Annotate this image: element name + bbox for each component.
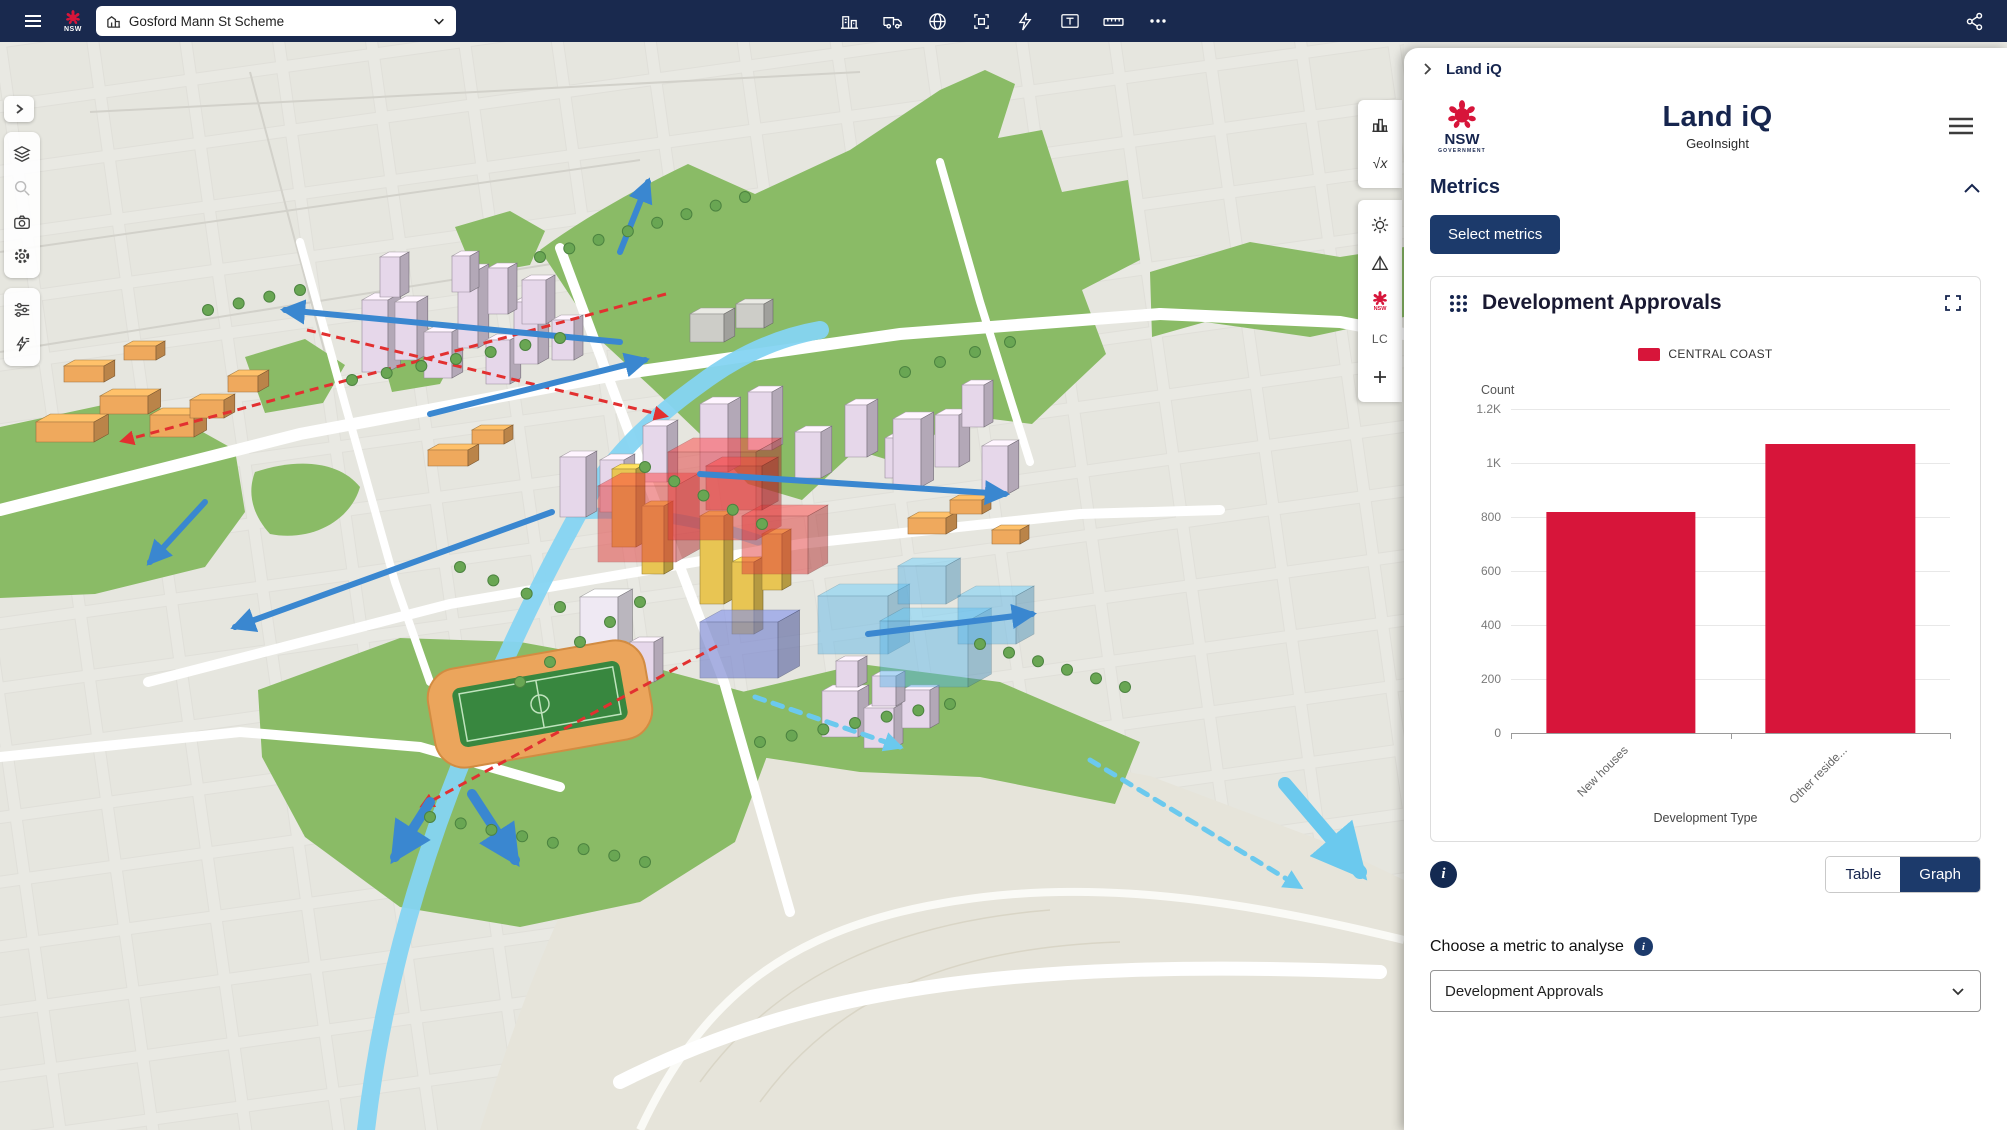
daylight-sun-icon[interactable] bbox=[1359, 206, 1401, 244]
scheme-selector-value: Gosford Mann St Scheme bbox=[129, 14, 424, 29]
metric-info-icon[interactable] bbox=[1634, 937, 1653, 956]
x-tick-label: Other reside... bbox=[1786, 743, 1850, 807]
y-tick-label: 200 bbox=[1481, 672, 1501, 686]
camera-icon[interactable] bbox=[5, 205, 39, 239]
metric-dropdown[interactable]: Development Approvals bbox=[1430, 970, 1981, 1012]
chart-legend: CENTRAL COAST bbox=[1447, 347, 1964, 361]
bar-1[interactable] bbox=[1546, 512, 1695, 733]
chart-info-icon[interactable] bbox=[1430, 861, 1457, 888]
app-title: Land iQ bbox=[1494, 101, 1941, 134]
panel-menu-icon[interactable] bbox=[1941, 106, 1981, 146]
choose-metric-label: Choose a metric to analyse bbox=[1430, 938, 1624, 956]
hamburger-menu-icon[interactable] bbox=[16, 4, 50, 38]
globe-tool-icon[interactable] bbox=[921, 4, 955, 38]
map-tools-toolbar bbox=[833, 4, 1175, 38]
share-icon[interactable] bbox=[1957, 4, 1991, 38]
metrics-section-header: Metrics bbox=[1404, 154, 2007, 199]
chevron-down-icon bbox=[1950, 983, 1966, 999]
nsw-layer-icon[interactable]: NSW bbox=[1359, 282, 1401, 320]
legend-swatch bbox=[1638, 348, 1660, 361]
flash-filter-icon[interactable] bbox=[5, 327, 39, 361]
panel-drawer-header: Land iQ bbox=[1404, 48, 2007, 90]
x-tick-mark bbox=[1950, 733, 1951, 739]
development-approvals-card: Development Approvals CENTRAL COAST Coun… bbox=[1430, 276, 1981, 842]
chevron-up-icon bbox=[1963, 182, 1981, 194]
scheme-selector[interactable]: Gosford Mann St Scheme bbox=[96, 6, 456, 36]
chart-footer: Table Graph bbox=[1430, 856, 1981, 893]
drag-handle-icon[interactable] bbox=[1447, 292, 1470, 315]
text-annotation-tool-icon[interactable] bbox=[1053, 4, 1087, 38]
y-tick-label: 1.2K bbox=[1476, 402, 1501, 416]
panel-brand-row: NSW GOVERNMENT Land iQ GeoInsight bbox=[1404, 90, 2007, 154]
x-axis-labels: New houses Other reside... bbox=[1511, 733, 1950, 817]
scenario-buildings-icon[interactable] bbox=[1359, 106, 1401, 144]
search-icon[interactable] bbox=[5, 171, 39, 205]
gridline bbox=[1511, 409, 1950, 410]
map-side-toolbar: √x NSW LC bbox=[1358, 100, 1402, 402]
collapse-panel-button[interactable] bbox=[1420, 62, 1434, 76]
bar-2[interactable] bbox=[1766, 444, 1915, 733]
sqrt-label: √x bbox=[1373, 155, 1388, 171]
collapse-metrics-button[interactable] bbox=[1963, 182, 1981, 194]
add-layer-plus-icon[interactable] bbox=[1359, 358, 1401, 396]
waratah-icon bbox=[1446, 98, 1478, 130]
graph-button[interactable]: Graph bbox=[1900, 857, 1980, 892]
y-tick-label: 1K bbox=[1486, 456, 1501, 470]
metric-dropdown-value: Development Approvals bbox=[1445, 983, 1603, 1000]
nsw-logo-topbar: NSW bbox=[64, 9, 82, 33]
nsw-government-logo: NSW GOVERNMENT bbox=[1430, 98, 1494, 154]
prism-view-icon[interactable] bbox=[1359, 244, 1401, 282]
logo-nsw-text: NSW bbox=[1445, 132, 1480, 147]
metrics-heading: Metrics bbox=[1430, 176, 1500, 199]
app-subtitle: GeoInsight bbox=[1494, 136, 1941, 151]
top-bar: NSW Gosford Mann St Scheme bbox=[0, 0, 2007, 42]
map-3d-scene bbox=[0, 42, 1404, 1130]
buildings-tool-icon[interactable] bbox=[833, 4, 867, 38]
table-graph-toggle: Table Graph bbox=[1825, 856, 1981, 893]
landiq-panel: Land iQ NSW GOVERNMENT Land iQ GeoInsigh… bbox=[1404, 48, 2007, 1130]
y-axis-title: Count bbox=[1481, 383, 1964, 397]
chevron-right-icon bbox=[13, 103, 25, 115]
select-metrics-button[interactable]: Select metrics bbox=[1430, 215, 1560, 254]
chart-card-title: Development Approvals bbox=[1482, 291, 1930, 315]
lc-layer-button[interactable]: LC bbox=[1359, 320, 1401, 358]
filters-sliders-icon[interactable] bbox=[5, 293, 39, 327]
transport-tool-icon[interactable] bbox=[877, 4, 911, 38]
formula-sqrt-icon[interactable]: √x bbox=[1359, 144, 1401, 182]
expand-left-panel-button[interactable] bbox=[4, 96, 34, 122]
nsw-mini-label: NSW bbox=[1374, 307, 1387, 313]
layers-icon[interactable] bbox=[5, 137, 39, 171]
legend-label: CENTRAL COAST bbox=[1668, 347, 1772, 361]
frame-select-tool-icon[interactable] bbox=[965, 4, 999, 38]
nsw-logo-text: NSW bbox=[64, 26, 82, 33]
table-button[interactable]: Table bbox=[1826, 857, 1900, 892]
settings-gear-icon[interactable] bbox=[5, 239, 39, 273]
expand-chart-icon[interactable] bbox=[1942, 292, 1964, 314]
left-toolbar bbox=[4, 96, 42, 366]
logo-government-text: GOVERNMENT bbox=[1438, 149, 1486, 154]
y-tick-label: 600 bbox=[1481, 564, 1501, 578]
chart-plot: 1.2K1K8006004002000 bbox=[1511, 409, 1950, 733]
drawer-title: Land iQ bbox=[1446, 61, 1502, 78]
y-tick-label: 0 bbox=[1494, 726, 1501, 740]
scheme-icon bbox=[106, 14, 121, 29]
measure-tool-icon[interactable] bbox=[1097, 4, 1131, 38]
y-tick-label: 800 bbox=[1481, 510, 1501, 524]
lightning-tool-icon[interactable] bbox=[1009, 4, 1043, 38]
chevron-right-icon bbox=[1420, 62, 1434, 76]
app-root: NSW Gosford Mann St Scheme bbox=[0, 0, 2007, 1130]
x-tick-label: New houses bbox=[1574, 743, 1631, 800]
choose-metric-row: Choose a metric to analyse bbox=[1430, 937, 1981, 956]
chevron-down-icon bbox=[432, 14, 446, 28]
more-tools-icon[interactable] bbox=[1141, 4, 1175, 38]
y-tick-label: 400 bbox=[1481, 618, 1501, 632]
lc-label: LC bbox=[1372, 332, 1388, 346]
